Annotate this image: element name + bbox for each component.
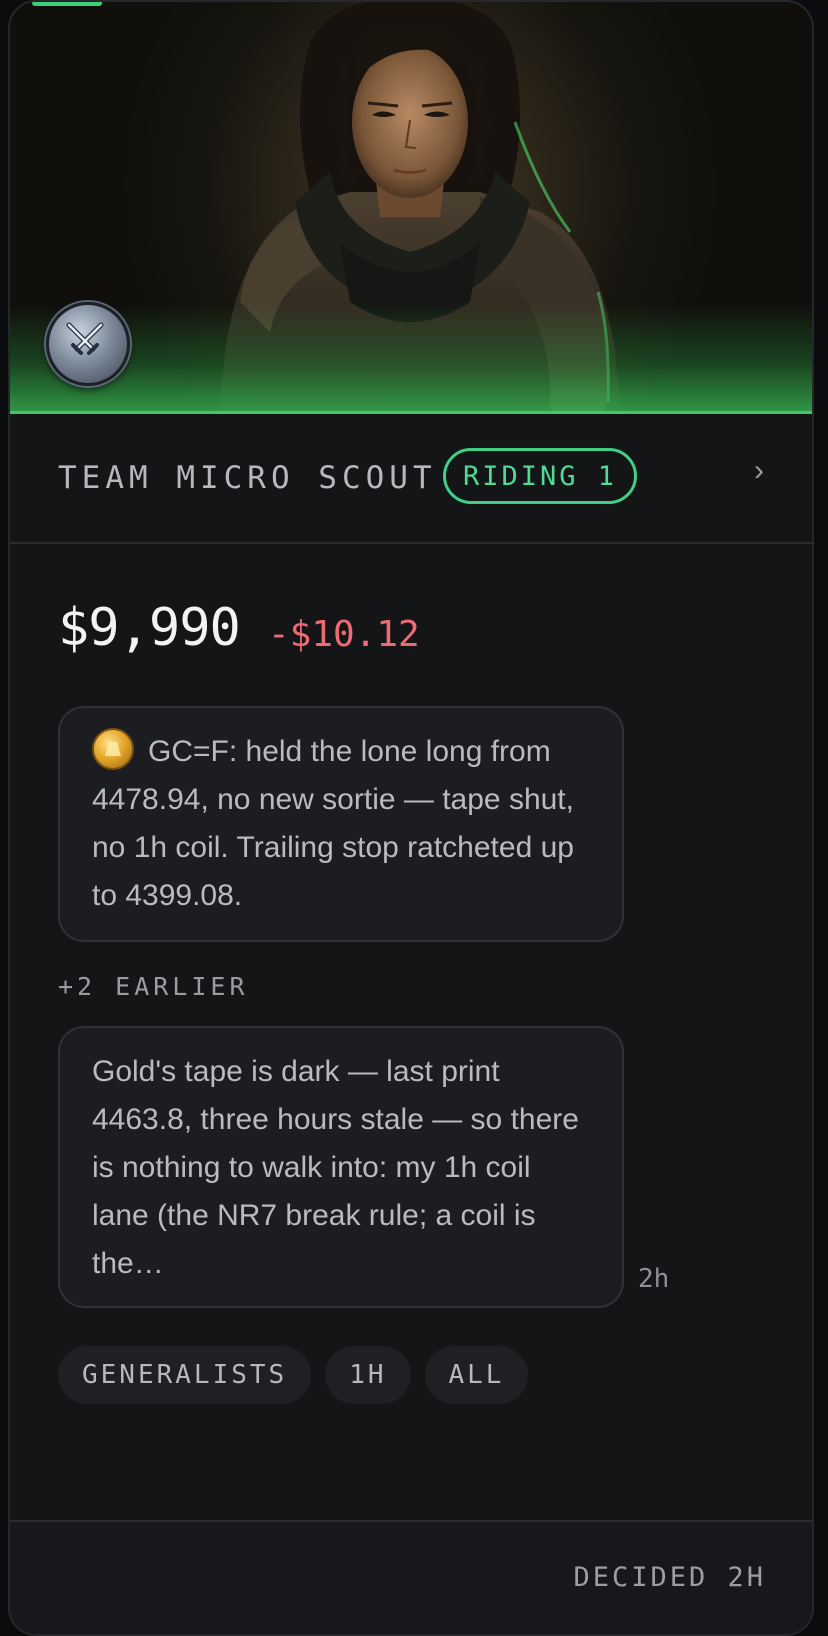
- hero-accent-line: [10, 411, 812, 414]
- chevron-right-icon[interactable]: ›: [754, 454, 764, 488]
- card-footer: DECIDED 2H: [10, 1520, 812, 1634]
- team-name: TEAM MICRO SCOUT: [58, 460, 437, 496]
- latest-message-text: GC=F: held the lone long from 4478.94, n…: [92, 735, 574, 912]
- tag-chip[interactable]: ALL: [424, 1346, 529, 1404]
- message-timestamp: 2h: [638, 1264, 670, 1294]
- tag-list: GENERALISTS 1H ALL: [58, 1346, 529, 1404]
- hero-top-indicator: [32, 2, 102, 6]
- earlier-messages-toggle[interactable]: +2 EARLIER: [58, 972, 249, 1001]
- earlier-message-text: Gold's tape is dark — last print 4463.8,…: [92, 1055, 579, 1280]
- team-card[interactable]: TEAM MICRO SCOUT RIDING 1 › $9,990 -$10.…: [8, 0, 814, 1636]
- hero-glow: [10, 304, 812, 414]
- tag-chip[interactable]: GENERALISTS: [58, 1346, 312, 1404]
- decided-status: DECIDED 2H: [573, 1562, 766, 1593]
- gold-coin-icon: [92, 728, 134, 770]
- latest-message[interactable]: GC=F: held the lone long from 4478.94, n…: [58, 706, 624, 942]
- hero-image: [10, 2, 812, 414]
- team-header[interactable]: TEAM MICRO SCOUT RIDING 1 ›: [10, 416, 812, 544]
- balance-delta: -$10.12: [268, 614, 420, 655]
- earlier-message[interactable]: Gold's tape is dark — last print 4463.8,…: [58, 1026, 624, 1308]
- crossed-swords-icon: [46, 302, 130, 386]
- balance-value: $9,990: [58, 598, 241, 658]
- riding-status-badge: RIDING 1: [443, 448, 637, 504]
- tag-chip[interactable]: 1H: [325, 1346, 411, 1404]
